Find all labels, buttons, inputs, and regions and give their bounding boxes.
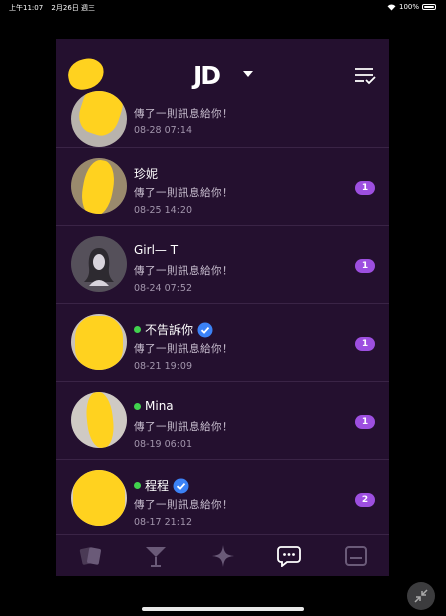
conversation-row[interactable]: 傳了一則訊息給你！ 08-28 07:14 bbox=[56, 91, 389, 148]
conversation-row[interactable]: Girl— T 傳了一則訊息給你！ 08-24 07:52 1 bbox=[56, 226, 389, 304]
contact-name-line: Girl— T bbox=[134, 243, 178, 257]
contact-name-line: 不告訴你 bbox=[134, 321, 213, 338]
contact-name-line: Mina bbox=[134, 399, 174, 413]
avatar bbox=[71, 91, 127, 147]
contact-name: Mina bbox=[145, 399, 174, 413]
message-time: 08-21 19:09 bbox=[134, 361, 193, 372]
contact-name: 不告訴你 bbox=[145, 323, 194, 337]
message-time: 08-24 07:52 bbox=[134, 283, 193, 294]
status-bar: 上午11:07 2月26日 週三 100% bbox=[0, 0, 446, 14]
verified-badge-icon bbox=[197, 322, 213, 337]
chevron-down-icon[interactable] bbox=[243, 71, 253, 77]
conversation-row[interactable]: Mina 傳了一則訊息給你！ 08-19 06:01 1 bbox=[56, 382, 389, 460]
collapse-arrows-icon bbox=[414, 589, 428, 603]
online-status-dot bbox=[134, 482, 141, 489]
avatar bbox=[71, 158, 127, 214]
message-preview: 傳了一則訊息給你！ bbox=[134, 265, 233, 277]
online-status-dot bbox=[134, 326, 141, 333]
message-preview: 傳了一則訊息給你！ bbox=[134, 421, 233, 433]
battery-percent: 100% bbox=[398, 3, 419, 11]
message-time: 08-19 06:01 bbox=[134, 439, 193, 450]
avatar bbox=[71, 470, 127, 526]
minimize-button[interactable] bbox=[407, 582, 435, 610]
conversation-row[interactable]: 不告訴你 傳了一則訊息給你！ 08-21 19:09 1 bbox=[56, 304, 389, 382]
message-time: 08-28 07:14 bbox=[134, 125, 193, 136]
message-preview: 傳了一則訊息給你！ bbox=[134, 187, 233, 199]
online-status-dot bbox=[134, 402, 141, 410]
avatar bbox=[71, 236, 127, 292]
status-time: 上午11:07 bbox=[9, 4, 44, 12]
default-avatar-icon bbox=[84, 248, 114, 286]
unread-badge: 1 bbox=[355, 415, 375, 429]
message-time: 08-17 21:12 bbox=[134, 517, 193, 528]
status-date: 2月26日 週三 bbox=[51, 4, 96, 12]
filter-list-icon[interactable] bbox=[354, 67, 376, 85]
verified-badge-icon bbox=[173, 478, 189, 493]
app-logo[interactable]: JD bbox=[193, 61, 221, 90]
message-preview: 傳了一則訊息給你！ bbox=[134, 343, 233, 355]
conversation-row[interactable]: 程程 傳了一則訊息給你！ 08-17 21:12 2 bbox=[56, 460, 389, 538]
home-indicator[interactable] bbox=[142, 607, 304, 611]
contact-name: 程程 bbox=[145, 479, 170, 493]
unread-badge: 2 bbox=[355, 493, 375, 507]
status-right: 100% bbox=[387, 3, 436, 11]
redacted-avatar-scribble bbox=[65, 55, 107, 93]
unread-badge: 1 bbox=[355, 337, 375, 351]
sparkle-icon[interactable] bbox=[211, 545, 235, 567]
avatar bbox=[71, 392, 127, 448]
avatar bbox=[71, 314, 127, 370]
message-time: 08-25 14:20 bbox=[134, 205, 193, 216]
contact-name: Girl— T bbox=[134, 243, 179, 257]
contact-name-line: 珍妮 bbox=[134, 165, 158, 182]
cocktail-icon[interactable] bbox=[144, 545, 168, 567]
chat-bubble-icon[interactable] bbox=[277, 545, 301, 567]
contact-name: 珍妮 bbox=[134, 167, 159, 181]
battery-icon bbox=[422, 4, 436, 10]
cards-icon[interactable] bbox=[79, 545, 103, 567]
chat-app: JD 傳了一則訊息給你！ 08-28 07:14 珍妮 傳了一則訊息給你！ 08… bbox=[56, 39, 389, 576]
profile-card-icon[interactable] bbox=[344, 545, 368, 567]
bottom-tab-bar bbox=[56, 534, 389, 576]
message-preview: 傳了一則訊息給你！ bbox=[134, 108, 233, 120]
contact-name-line: 程程 bbox=[134, 477, 189, 494]
status-left: 上午11:07 2月26日 週三 bbox=[9, 3, 95, 13]
unread-badge: 1 bbox=[355, 259, 375, 273]
message-preview: 傳了一則訊息給你！ bbox=[134, 499, 233, 511]
conversation-row[interactable]: 珍妮 傳了一則訊息給你！ 08-25 14:20 1 bbox=[56, 148, 389, 226]
conversation-list: 傳了一則訊息給你！ 08-28 07:14 珍妮 傳了一則訊息給你！ 08-25… bbox=[56, 91, 389, 538]
unread-badge: 1 bbox=[355, 181, 375, 195]
wifi-icon bbox=[387, 4, 396, 10]
